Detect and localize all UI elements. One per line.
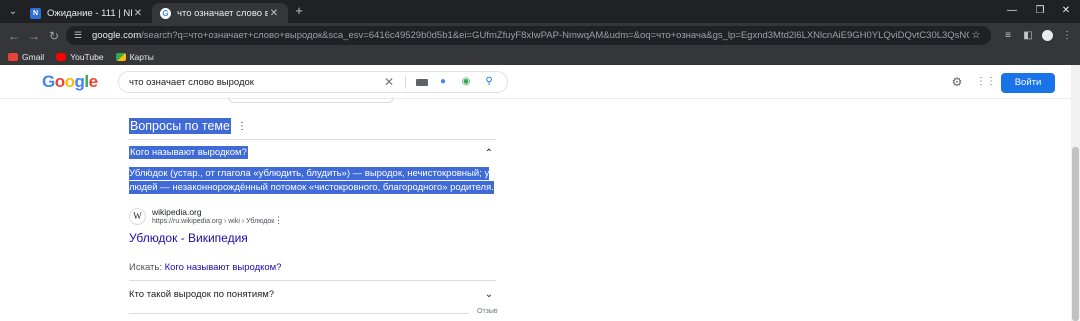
youtube-icon [56, 52, 67, 61]
feedback-link[interactable]: Отзыв [477, 308, 498, 315]
bookmark-star-icon[interactable]: ☆ [969, 30, 983, 41]
bookmark-youtube[interactable]: YouTube [56, 52, 104, 62]
keyboard-icon[interactable] [416, 78, 428, 86]
gmail-icon [8, 52, 18, 61]
divider [129, 313, 469, 314]
search-box[interactable]: что означает слово выродок ✕ ● ◉ ⚲ [118, 71, 508, 93]
chevron-up-icon[interactable]: ⌃ [484, 148, 494, 159]
more-options-icon[interactable]: ⋮ [237, 121, 247, 132]
site-info-icon[interactable]: ☰ [74, 30, 86, 41]
browser-menu-icon[interactable]: ⋮ [1060, 29, 1074, 43]
source-site-name: wikipedia.org [152, 207, 202, 217]
reload-icon[interactable]: ↻ [46, 28, 62, 44]
back-arrow-icon[interactable]: ← [6, 28, 22, 44]
tab-title: что означает слово выродок [177, 7, 268, 19]
browser-window: ⌄ N Ожидание - 111 | NEXTRP ✕ G что озна… [0, 0, 1080, 321]
paa-question-2[interactable]: Кто такой выродок по понятиям? [129, 289, 274, 300]
result-options-icon[interactable]: ⋮ [274, 215, 283, 226]
clear-icon[interactable]: ✕ [381, 75, 397, 89]
google-header: Google что означает слово выродок ✕ ● ◉ … [0, 65, 1071, 99]
nextrp-icon: N [30, 7, 41, 19]
maps-icon [115, 52, 126, 61]
side-panel-icon[interactable]: ◧ [1021, 29, 1035, 43]
search-icon[interactable]: ⚲ [481, 75, 497, 89]
close-icon[interactable]: ✕ [268, 8, 280, 19]
tab-google-search[interactable]: G что означает слово выродок ✕ [152, 3, 288, 23]
window-close-icon[interactable]: ✕ [1056, 3, 1076, 19]
address-bar[interactable]: ☰ google.com/search?q=что+означает+слово… [66, 26, 991, 45]
restore-icon[interactable]: ❐ [1030, 3, 1050, 19]
paa-answer: Ублю́док (устар., от глагола «ублюдить, … [129, 167, 494, 194]
tab-search-chevron-icon[interactable]: ⌄ [6, 4, 20, 18]
paa-heading: Вопросы по теме [129, 118, 231, 134]
sign-in-button[interactable]: Войти [1001, 73, 1055, 93]
close-icon[interactable]: ✕ [132, 8, 144, 19]
profile-avatar-icon[interactable] [1040, 29, 1054, 43]
google-logo[interactable]: Google [42, 72, 98, 92]
tab-title: Ожидание - 111 | NEXTRP [47, 7, 132, 19]
tab-nextrp[interactable]: N Ожидание - 111 | NEXTRP ✕ [22, 3, 152, 23]
media-controls-icon[interactable]: ≡ [1001, 29, 1015, 43]
bookmarks-bar: Gmail YouTube Карты [0, 48, 1080, 65]
tab-strip: ⌄ N Ожидание - 111 | NEXTRP ✕ G что озна… [0, 0, 1080, 23]
search-input[interactable]: что означает слово выродок [129, 77, 374, 88]
divider [405, 75, 406, 89]
bookmark-maps[interactable]: Карты [115, 52, 154, 62]
search-for-link[interactable]: Кого называют выродком? [165, 262, 282, 273]
microphone-icon[interactable]: ● [435, 75, 451, 89]
url-text[interactable]: google.com/search?q=что+означает+слово+в… [92, 30, 969, 41]
apps-grid-icon[interactable]: ⋮⋮ [976, 75, 996, 89]
wikipedia-icon: W [129, 208, 146, 225]
result-title-link[interactable]: Ублюдок - Википедия [129, 231, 248, 245]
new-tab-plus-icon[interactable]: + [292, 4, 306, 18]
forward-arrow-icon[interactable]: → [26, 28, 42, 44]
chevron-down-icon[interactable]: ⌄ [484, 289, 494, 300]
lens-icon[interactable]: ◉ [458, 75, 474, 89]
browser-toolbar: ← → ↻ ☰ google.com/search?q=что+означает… [0, 23, 1080, 48]
bookmark-gmail[interactable]: Gmail [8, 52, 44, 62]
google-icon: G [160, 7, 171, 19]
search-for-row: Искать: Кого называют выродком? [129, 262, 282, 273]
divider [129, 280, 496, 281]
page-scrollbar-thumb[interactable] [1072, 147, 1079, 321]
paa-question-1[interactable]: Кого называют выродком? [129, 146, 248, 159]
gear-icon[interactable]: ⚙ [950, 75, 964, 89]
minimize-icon[interactable]: — [1002, 3, 1022, 19]
previous-chip-edge[interactable] [228, 97, 394, 103]
source-url: https://ru.wikipedia.org › wiki › Ублюдо… [152, 218, 275, 225]
divider [129, 139, 496, 140]
